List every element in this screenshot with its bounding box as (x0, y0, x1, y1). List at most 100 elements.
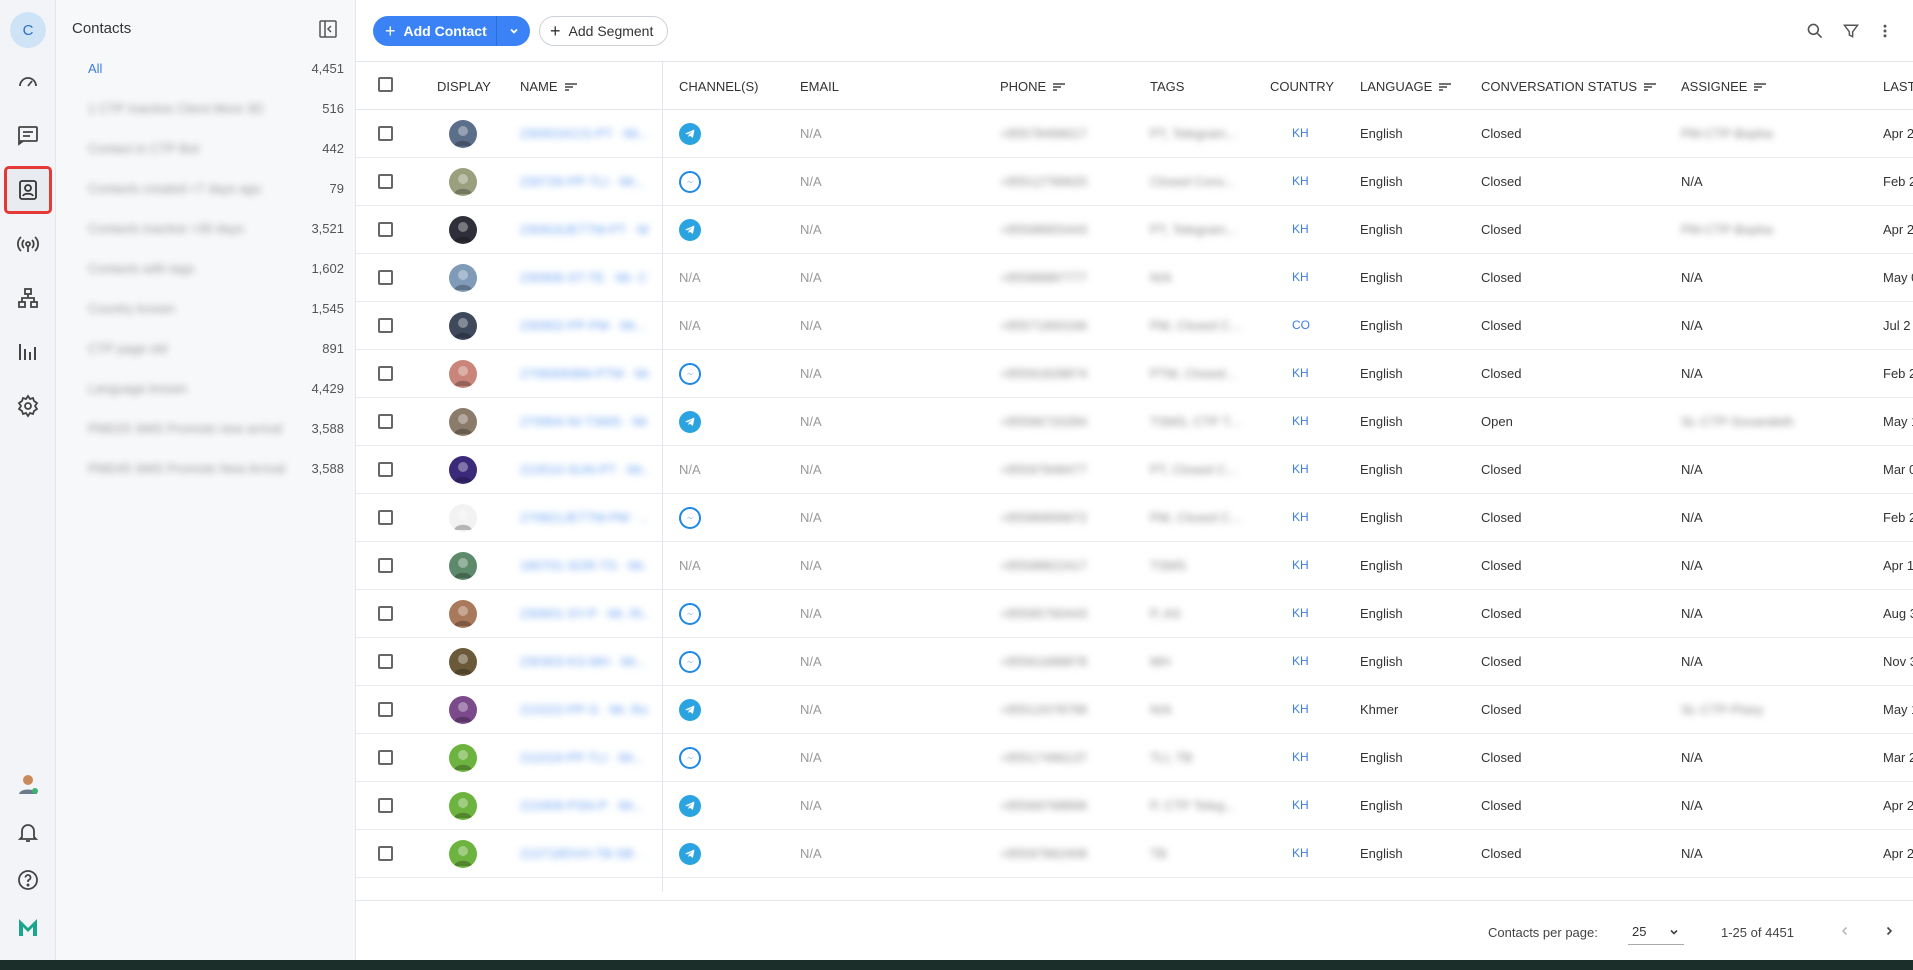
reports-icon[interactable] (10, 334, 46, 370)
add-contact-button[interactable]: + Add Contact (373, 16, 499, 46)
row-checkbox[interactable] (378, 126, 393, 141)
table-row[interactable]: N/A 210510-SUN-PT · Mr... N/A +85597848477 P… (356, 446, 1913, 494)
segment-item[interactable]: All 4,451 (88, 53, 344, 83)
tags-cell: Closed Conv... (1150, 174, 1235, 189)
contact-name-link[interactable]: 180701-SOR-TS · Mr... (520, 558, 648, 573)
contact-name-link[interactable]: 270830KBM-PTM · Mr... (520, 366, 648, 381)
contact-name-link[interactable]: 230916JETTM-PT · Mr... (520, 222, 648, 237)
segment-item[interactable]: Country known 1,545 (88, 293, 344, 323)
row-checkbox[interactable] (378, 750, 393, 765)
table-row[interactable]: 210718DVH-TB-SB · ... N/A +85597862408 TB KH… (356, 830, 1913, 878)
contact-avatar (449, 312, 477, 340)
add-segment-button[interactable]: + Add Segment (539, 16, 669, 46)
row-checkbox[interactable] (378, 222, 393, 237)
table-row[interactable]: 210222-PP-S · Mr. Ro... N/A +85512078799 N/… (356, 686, 1913, 734)
email-cell: N/A (800, 126, 822, 141)
filter-icon[interactable] (1840, 20, 1862, 42)
workspace-avatar[interactable]: C (10, 12, 46, 48)
row-checkbox[interactable] (378, 462, 393, 477)
segment-item[interactable]: CTP page old 891 (88, 333, 344, 363)
row-checkbox[interactable] (378, 270, 393, 285)
contact-name-link[interactable]: 210718DVH-TB-SB · ... (520, 846, 648, 861)
column-header-name[interactable]: NAME (520, 79, 577, 94)
row-checkbox[interactable] (378, 414, 393, 429)
segment-item[interactable]: PMD45 SMS Promote New Arrival 3,588 (88, 453, 344, 483)
column-header-assignee[interactable]: ASSIGNEE (1681, 79, 1767, 94)
contacts-table: DISPLAY NAME CHANNEL(S) EMAIL PHONE TAGS… (356, 62, 1913, 892)
bell-icon[interactable] (10, 814, 46, 850)
row-checkbox[interactable] (378, 174, 393, 189)
row-checkbox[interactable] (378, 702, 393, 717)
contact-name-link[interactable]: 230501KCG-PT · Mr... (520, 126, 648, 141)
chat-icon[interactable] (10, 117, 46, 153)
settings-icon[interactable] (10, 388, 46, 424)
select-all-checkbox[interactable] (378, 77, 393, 92)
row-checkbox[interactable] (378, 846, 393, 861)
per-page-select[interactable]: 25 (1628, 919, 1684, 945)
contact-name-link[interactable]: 210222-PP-S · Mr. Ro... (520, 702, 648, 717)
table-row[interactable]: 211019-PP-TLI · Mr... N/A +85517496137 TLI,… (356, 734, 1913, 782)
sort-icon[interactable] (1754, 82, 1767, 92)
row-checkbox[interactable] (378, 510, 393, 525)
search-icon[interactable] (1804, 20, 1826, 42)
column-header-language[interactable]: LANGUAGE (1360, 79, 1452, 94)
contact-name-link[interactable]: 210510-SUN-PT · Mr... (520, 462, 648, 477)
broadcast-icon[interactable] (10, 226, 46, 262)
contacts-icon[interactable] (4, 166, 52, 214)
row-checkbox[interactable] (378, 318, 393, 333)
segment-item[interactable]: 1 CTP Inactive Client More 3D 516 (88, 93, 344, 123)
segment-item[interactable]: Contacts with tags 1,602 (88, 253, 344, 283)
tags-cell: N/A (1150, 702, 1172, 717)
contact-name-link[interactable]: 230906-ST-TE · Mr. C... (520, 270, 648, 285)
next-page-button[interactable] (1879, 921, 1899, 941)
sort-icon[interactable] (564, 82, 577, 92)
contact-name-link[interactable]: 230303-KS-MH · Mr... (520, 654, 648, 669)
dashboard-icon[interactable] (10, 64, 46, 100)
workflow-icon[interactable] (10, 280, 46, 316)
more-vertical-icon[interactable] (1874, 20, 1896, 42)
contact-name-link[interactable]: 210409-PSN-P · Mr... (520, 798, 648, 813)
contact-name-link[interactable]: 211019-PP-TLI · Mr... (520, 750, 648, 765)
segment-item[interactable]: Contacts created <7 days ago 79 (88, 173, 344, 203)
sort-icon[interactable] (1439, 82, 1452, 92)
table-row[interactable]: 230726-PP-TLI · Mr... N/A +85512799920 Clos… (356, 158, 1913, 206)
sort-icon[interactable] (1644, 82, 1657, 92)
sort-icon[interactable] (1053, 82, 1066, 92)
column-header-conversation-status[interactable]: CONVERSATION STATUS (1481, 79, 1657, 94)
row-checkbox[interactable] (378, 366, 393, 381)
contact-name-link[interactable]: 270904-NI-TSMS · Mr... (520, 414, 648, 429)
table-row[interactable]: 270904-NI-TSMS · Mr... N/A +85596720284 TSM… (356, 398, 1913, 446)
user-avatar[interactable] (10, 766, 46, 802)
phone-cell: +85597862408 (1000, 846, 1088, 861)
table-row[interactable]: 270830KBM-PTM · Mr... N/A +85591828874 PTM,… (356, 350, 1913, 398)
table-row[interactable]: 230916JETTM-PT · Mr... N/A +85598955443 PT,… (356, 206, 1913, 254)
row-checkbox[interactable] (378, 654, 393, 669)
row-checkbox[interactable] (378, 798, 393, 813)
table-row[interactable]: N/A 230902-PP-PM · Mr... N/A +85571900166 PM… (356, 302, 1913, 350)
collapse-sidebar-icon[interactable] (318, 19, 338, 39)
table-row[interactable]: 230601-SY-P · Mr. Ri... N/A +85595760443 P,… (356, 590, 1913, 638)
segment-item[interactable]: PMD25 SMS Promote new arrival 3,588 (88, 413, 344, 443)
segment-item[interactable]: Language known 4,429 (88, 373, 344, 403)
contact-name-link[interactable]: 270821JETTM-PM · ... (520, 510, 648, 525)
row-checkbox[interactable] (378, 558, 393, 573)
language-cell: English (1360, 222, 1403, 237)
contact-name-link[interactable]: 230902-PP-PM · Mr... (520, 318, 648, 333)
segment-name: PMD25 SMS Promote new arrival (88, 420, 283, 436)
table-row[interactable]: N/A 230906-ST-TE · Mr. C... N/A +8558888777… (356, 254, 1913, 302)
previous-page-button[interactable] (1835, 921, 1855, 941)
row-checkbox[interactable] (378, 606, 393, 621)
table-row[interactable]: 270821JETTM-PM · ... N/A +85586899972 PM, C… (356, 494, 1913, 542)
segment-item[interactable]: Contact in CTP Bot 442 (88, 133, 344, 163)
segment-item[interactable]: Contacts inactive >30 days 3,521 (88, 213, 344, 243)
table-row[interactable]: 210409-PSN-P · Mr... N/A +85569768896 P, CT… (356, 782, 1913, 830)
phone-cell: +85578499017 (1000, 126, 1088, 141)
add-contact-dropdown-button[interactable] (496, 16, 530, 46)
contact-name-link[interactable]: 230601-SY-P · Mr. Ri... (520, 606, 648, 621)
table-row[interactable]: 230303-KS-MH · Mr... N/A +85561688878 MH KH E… (356, 638, 1913, 686)
help-icon[interactable] (10, 862, 46, 898)
contact-name-link[interactable]: 230726-PP-TLI · Mr... (520, 174, 648, 189)
table-row[interactable]: N/A 180701-SOR-TS · Mr... N/A +85598822417 T… (356, 542, 1913, 590)
column-header-phone[interactable]: PHONE (1000, 79, 1066, 94)
table-row[interactable]: 230501KCG-PT · Mr... N/A +85578499017 PT, T… (356, 110, 1913, 158)
